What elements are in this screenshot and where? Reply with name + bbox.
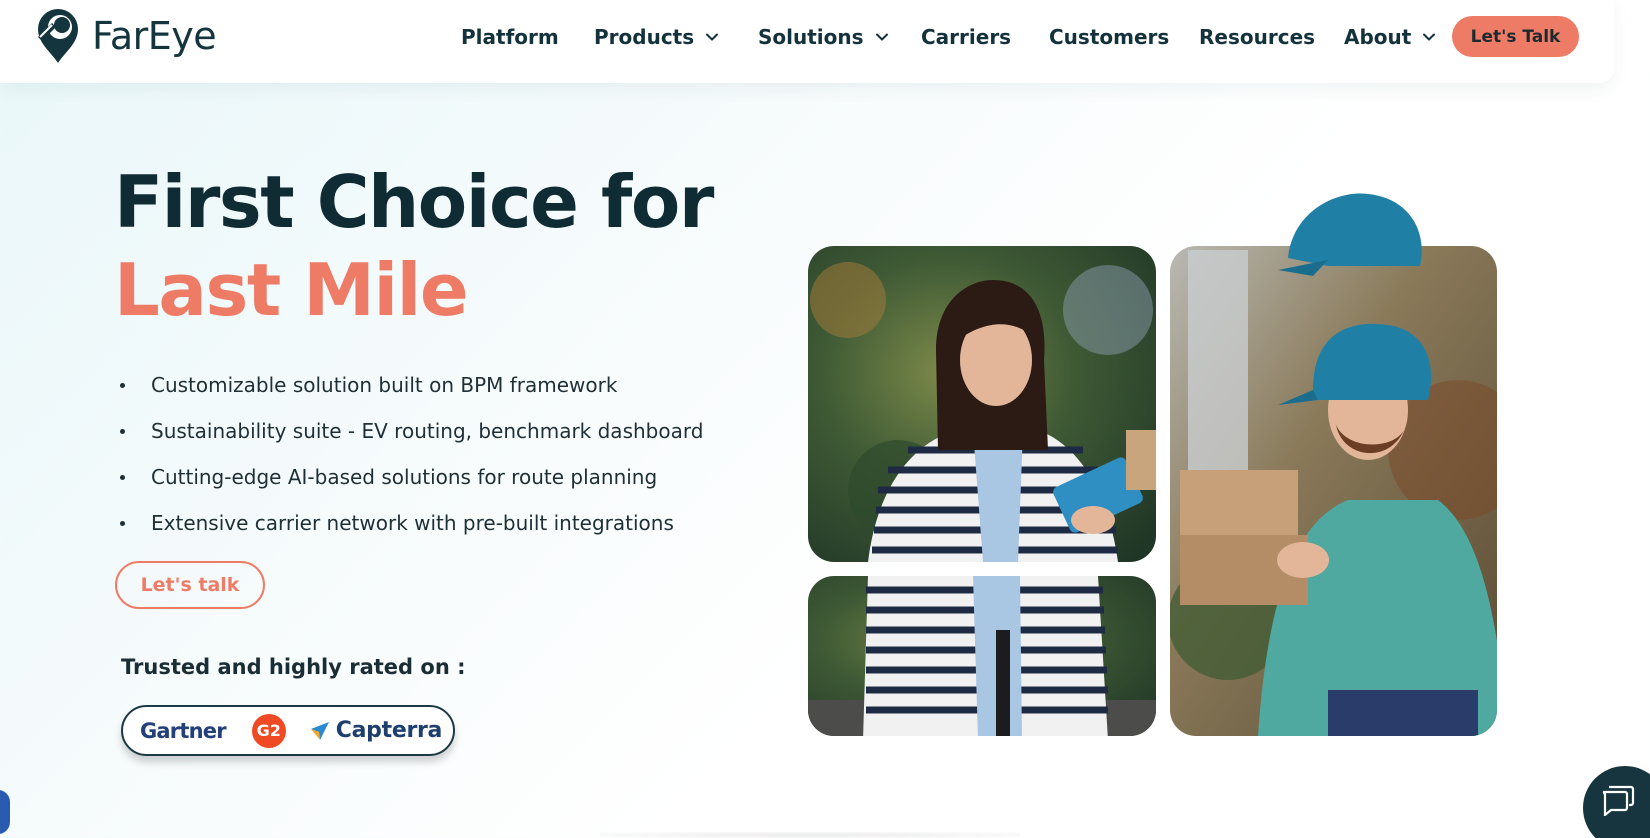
- nav-label: Platform: [461, 25, 559, 49]
- nav-item-products[interactable]: Products: [594, 20, 758, 54]
- section-divider-shadow: [600, 832, 1020, 838]
- chevron-down-icon: [706, 33, 719, 41]
- capterra-label: Capterra: [335, 718, 443, 743]
- headline-line-1: First Choice for: [114, 160, 714, 244]
- nav-label: Solutions: [758, 25, 864, 49]
- chat-widget-button[interactable]: [1583, 766, 1650, 838]
- main-nav: Platform Products Solutions Carriers Cus…: [461, 20, 1454, 54]
- gartner-logo: Gartner: [140, 718, 227, 743]
- headline-line-2: Last Mile: [114, 248, 469, 332]
- feature-list: Customizable solution built on BPM frame…: [115, 370, 703, 554]
- hero-headline: First Choice for Last Mile: [114, 158, 714, 334]
- ratings-badge[interactable]: Gartner G2 Capterra: [121, 705, 455, 756]
- feature-item: Extensive carrier network with pre-built…: [115, 508, 703, 554]
- nav-item-about[interactable]: About: [1344, 20, 1454, 54]
- nav-label: Resources: [1199, 25, 1316, 49]
- capterra-logo: Capterra: [310, 718, 442, 743]
- fareye-pin-icon: [38, 9, 78, 63]
- nav-item-resources[interactable]: Resources: [1199, 20, 1344, 54]
- chevron-down-icon: [875, 33, 888, 41]
- logo-wordmark: FarEye: [92, 14, 217, 58]
- feature-item: Sustainability suite - EV routing, bench…: [115, 416, 703, 462]
- nav-label: Carriers: [921, 25, 1012, 49]
- nav-label: Customers: [1049, 25, 1170, 49]
- nav-item-platform[interactable]: Platform: [461, 20, 594, 54]
- top-navbar: FarEye Platform Products Solutions Carri…: [0, 0, 1614, 83]
- feature-item: Customizable solution built on BPM frame…: [115, 370, 703, 416]
- nav-item-carriers[interactable]: Carriers: [921, 20, 1049, 54]
- nav-label: Products: [594, 25, 695, 49]
- nav-item-customers[interactable]: Customers: [1049, 20, 1199, 54]
- chat-bubble-icon: [1602, 785, 1635, 816]
- fareye-logo[interactable]: FarEye: [30, 7, 217, 65]
- delivery-photo: [808, 193, 1497, 736]
- trusted-heading: Trusted and highly rated on :: [121, 655, 466, 679]
- capterra-arrow-icon: [310, 721, 329, 740]
- lets-talk-hero-button[interactable]: Let's talk: [115, 561, 265, 609]
- side-widget-tab[interactable]: [0, 790, 10, 834]
- nav-item-solutions[interactable]: Solutions: [758, 20, 921, 54]
- g2-logo: G2: [251, 713, 286, 748]
- hero-image-collage: [808, 190, 1508, 740]
- chevron-down-icon: [1423, 33, 1436, 41]
- nav-label: About: [1344, 25, 1412, 49]
- feature-item: Cutting-edge AI-based solutions for rout…: [115, 462, 703, 508]
- lets-talk-nav-button[interactable]: Let's Talk: [1452, 16, 1579, 57]
